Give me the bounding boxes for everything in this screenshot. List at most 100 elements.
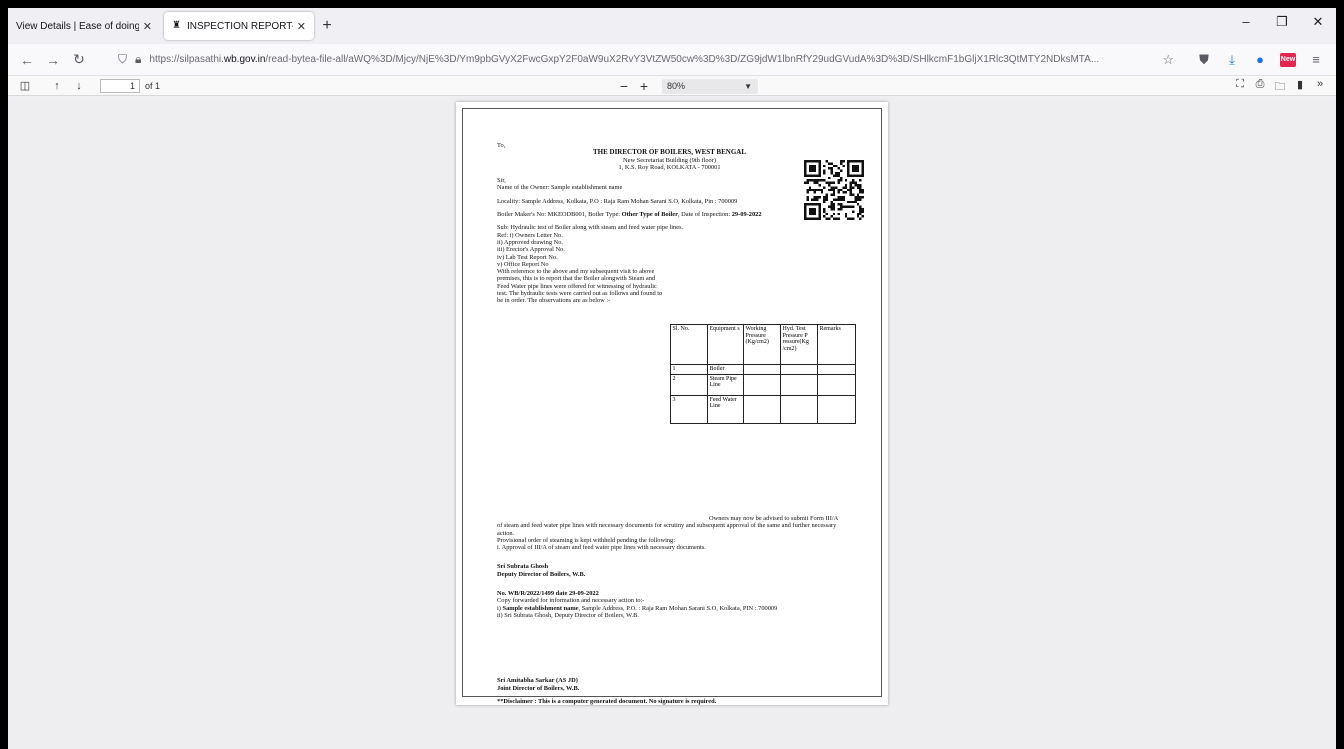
close-window-button[interactable]: ✕: [1300, 14, 1336, 30]
restore-button[interactable]: ❐: [1264, 14, 1300, 30]
tab-inspection-report[interactable]: ♜ INSPECTION REPORT--Hydraulic ✕: [164, 12, 314, 40]
url-text[interactable]: https://silpasathi.wb.gov.in/read-bytea-…: [149, 54, 1099, 65]
tab-title: INSPECTION REPORT--Hydraulic: [186, 20, 293, 32]
disclaimer-text: **Disclaimer : This is a computer genera…: [497, 697, 717, 705]
paragraph-1: With reference to the above and my subse…: [497, 268, 842, 304]
tab-bar: View Details | Ease of doing business ✕ …: [8, 8, 1336, 44]
page-count: of 1: [145, 80, 161, 91]
salutation: Sir,: [497, 177, 506, 185]
more-tools-icon[interactable]: »: [1310, 78, 1330, 97]
ref-line: v) Office Report No: [497, 260, 549, 268]
document-body: To, THE DIRECTOR OF BOILERS, WEST BENGAL…: [497, 142, 842, 343]
inspection-date: 29-09-2022: [731, 211, 762, 219]
toolbar-right: ⛊ ⤓ ● New ≡: [1190, 52, 1330, 68]
zoom-out-button[interactable]: −: [614, 78, 634, 94]
close-icon[interactable]: ✕: [139, 20, 152, 33]
table-cell: [780, 364, 818, 375]
zoom-select[interactable]: 80% ▼: [662, 78, 758, 94]
provisional-line: Provisional order of steaming is kept wi…: [497, 536, 676, 544]
zoom-value: 80%: [667, 80, 686, 91]
bookmark-icon[interactable]: ▮: [1290, 78, 1310, 97]
sidebar-toggle-icon[interactable]: ◫: [14, 79, 36, 92]
table-header-cell: Working Pressure (Kg/cm2): [743, 324, 781, 365]
save-icon[interactable]: 🗀︎: [1270, 78, 1290, 97]
table-cell: [817, 394, 856, 424]
ref-line: iv) Lab Test Report No.: [497, 253, 558, 261]
navigation-bar: ← → ↻ ⛉ 🔒︎ https://silpasathi.wb.gov.in/…: [8, 44, 1336, 76]
pdf-toolbar-right: ⛶ ⎙ 🗀︎ ▮ »: [1230, 78, 1330, 97]
close-icon[interactable]: ✕: [293, 20, 306, 33]
reload-button[interactable]: ↻: [66, 51, 92, 68]
table-cell: [743, 364, 781, 375]
pocket-icon[interactable]: ⛊: [1190, 52, 1218, 68]
new-tab-button[interactable]: +: [314, 12, 340, 40]
url-prefix: https://silpasathi.: [149, 54, 224, 65]
maker-text: Boiler Maker's No: MKEODB001, Boiler Typ…: [497, 211, 622, 219]
table-cell: [780, 394, 818, 424]
copy-recipient-address: , Sample Address, P.O. : Raja Ram Mohan …: [578, 604, 778, 612]
pdf-toolbar: ◫ ↑ ↓ 1 of 1 − + 80% ▼ ⛶ ⎙ 🗀︎ ▮ »: [8, 76, 1336, 96]
extension-icon[interactable]: ●: [1246, 52, 1274, 67]
table-row: 1 Boiler: [670, 364, 856, 375]
table-header-cell: Remarks: [817, 324, 856, 365]
copy-recipient-2: ii) Sri Subrata Ghosh, Deputy Director o…: [497, 611, 639, 619]
observations-table: Sl. No. Equipment s Working Pressure (Kg…: [670, 324, 856, 424]
table-cell: [743, 394, 781, 424]
maker-line: Boiler Maker's No: MKEODB001, Boiler Typ…: [497, 211, 842, 218]
pdf-viewer[interactable]: To, THE DIRECTOR OF BOILERS, WEST BENGAL…: [8, 97, 1336, 749]
signatory-1-title: Deputy Director of Boilers, W.B.: [497, 571, 842, 578]
address-line-2: 1, K.S. Roy Road, KOLKATA - 700001: [618, 163, 721, 171]
table-cell: Boiler: [707, 364, 744, 375]
tab-view-details[interactable]: View Details | Ease of doing business ✕: [8, 12, 160, 40]
bookmark-star-icon[interactable]: ☆: [1156, 52, 1174, 68]
table-cell: Feed Water Line: [707, 394, 744, 424]
subject-line: Sub: Hydraulic test of Boiler along with…: [497, 224, 684, 232]
forward-button[interactable]: →: [40, 52, 66, 68]
chevron-down-icon: ▼: [744, 81, 752, 91]
back-button[interactable]: ←: [14, 52, 40, 68]
new-badge-icon[interactable]: New: [1280, 52, 1296, 67]
url-bar[interactable]: ⛉ 🔒︎ https://silpasathi.wb.gov.in/read-b…: [110, 47, 1182, 73]
menu-icon[interactable]: ≡: [1302, 52, 1330, 67]
zoom-controls: − + 80% ▼: [614, 78, 758, 94]
table-cell: [743, 373, 781, 396]
page-number-input[interactable]: 1: [100, 78, 140, 93]
print-icon[interactable]: ⎙: [1250, 78, 1270, 97]
reference-number: No. WB/R/2022/1499 date 29-09-2022: [497, 590, 842, 597]
table-cell: 3: [670, 394, 708, 424]
presentation-icon[interactable]: ⛶: [1230, 78, 1250, 97]
locality-line: Locality: Sample Address, Kolkata, P.O :…: [497, 197, 738, 205]
table-header-cell: Sl. No.: [670, 324, 708, 365]
emblem-icon: ♜: [172, 20, 181, 31]
shield-icon[interactable]: ⛉: [118, 52, 127, 67]
zoom-in-button[interactable]: +: [634, 78, 654, 94]
signatory-1-title-text: Deputy Director of Boilers, W.B.: [497, 570, 586, 578]
browser-window: View Details | Ease of doing business ✕ …: [8, 8, 1336, 749]
downloads-icon[interactable]: ⤓: [1218, 52, 1246, 68]
table-cell: [817, 364, 856, 375]
table-cell: 1: [670, 364, 708, 375]
signatory-2-title: Joint Director of Boilers, W.B.: [497, 685, 842, 692]
inspection-label: , Date of Inspection:: [677, 211, 732, 219]
signatory-1-name-text: Sri Subrata Ghosh: [497, 563, 549, 571]
signatory-2-name: Sri Amitabha Sarkar (AS JD): [497, 677, 842, 684]
tab-title: View Details | Ease of doing business: [16, 20, 139, 32]
reference-number-text: No. WB/R/2022/1499 date 29-09-2022: [497, 590, 599, 598]
next-page-button[interactable]: ↓: [68, 80, 90, 92]
pdf-page: To, THE DIRECTOR OF BOILERS, WEST BENGAL…: [456, 102, 888, 705]
minimize-button[interactable]: –: [1228, 14, 1264, 30]
table-header-cell: Hyd. Test Pressure P ressure(Kg /cm2): [780, 324, 818, 365]
ref-line: iii) Erector's Approval No.: [497, 246, 565, 254]
lock-icon[interactable]: 🔒︎: [135, 52, 141, 67]
table-header-cell: Equipment s: [707, 324, 744, 365]
table-cell: [780, 373, 818, 396]
owner-line: Name of the Owner: Sample establishment …: [497, 184, 623, 192]
url-path: /read-bytea-file-all/aWQ%3D/Mjcy/NjE%3D/…: [265, 54, 1100, 65]
window-controls: – ❐ ✕: [1228, 14, 1336, 30]
previous-page-button[interactable]: ↑: [46, 80, 68, 92]
director-title: THE DIRECTOR OF BOILERS, WEST BENGAL: [592, 148, 746, 157]
signatory-2-name-text: Sri Amitabha Sarkar (AS JD): [497, 677, 578, 685]
table-row: 3 Feed Water Line: [670, 394, 856, 424]
table-cell: [817, 373, 856, 396]
ref-line: Ref: i) Owners Letter No.: [497, 231, 563, 239]
